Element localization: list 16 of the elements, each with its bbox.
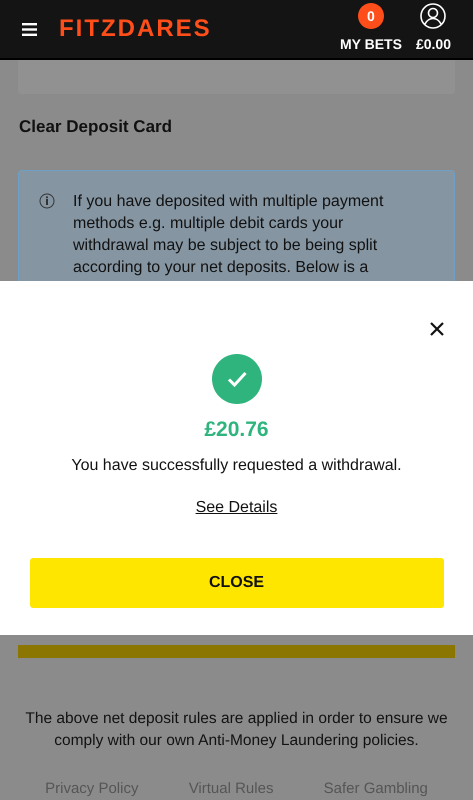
section-title: Clear Deposit Card [18,116,174,138]
info-text: If you have deposited with multiple payment methods e.g. multiple debit cards your withdrawal may be subject to be being split according to your net deposits. Below is a [73,192,384,278]
user-icon[interactable] [420,3,446,29]
my-bets-link[interactable]: MY BETS [340,34,402,55]
check-circle-icon [212,354,262,404]
info-icon [39,192,55,208]
close-button[interactable]: CLOSE [30,558,444,608]
menu-icon[interactable] [22,22,37,36]
amount: £20.76 [204,417,269,443]
close-icon[interactable] [430,322,444,336]
bets-count-badge: 0 [358,3,384,29]
footer-note: The above net deposit rules are applied in order to ensure we comply with our own Anti-Money Laundering policies. [24,708,449,750]
logo[interactable]: FITZDARES [59,11,212,47]
see-details-link[interactable]: See Details [196,496,278,520]
success-message: You have successfully requested a withdrawal. [71,456,402,476]
balance[interactable]: £0.00 [416,34,451,55]
